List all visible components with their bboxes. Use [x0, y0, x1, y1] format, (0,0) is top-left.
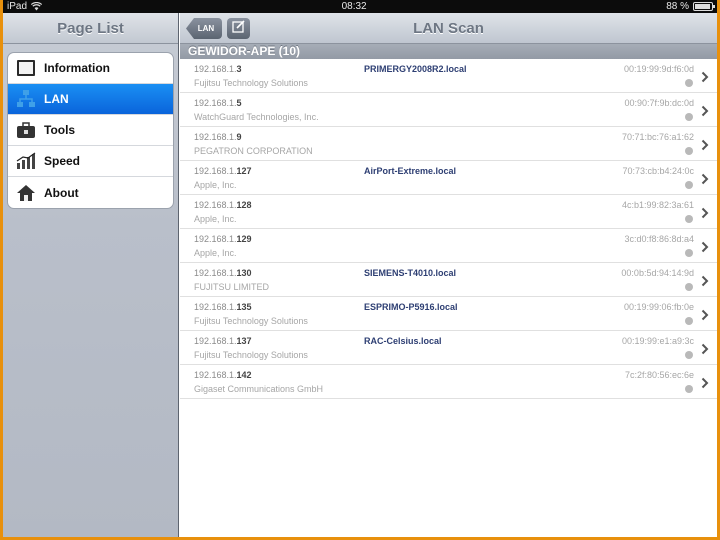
ip-address: 192.168.1.9: [194, 132, 242, 142]
vendor-name: FUJITSU LIMITED: [194, 282, 270, 292]
status-dot-icon: [685, 215, 693, 223]
chevron-right-icon: [701, 342, 709, 355]
mac-address: 00:90:7f:9b:dc:0d: [624, 98, 694, 108]
mac-address: 00:0b:5d:94:14:9d: [621, 268, 694, 278]
ip-address: 192.168.1.137: [194, 336, 252, 346]
chevron-right-icon: [701, 172, 709, 185]
device-row[interactable]: 192.168.1.135 Fujitsu Technology Solution…: [180, 297, 717, 331]
page-list: Information LAN Tools Speed About: [7, 52, 174, 209]
device-list: 192.168.1.3 Fujitsu Technology Solutions P…: [180, 59, 717, 399]
information-icon: [16, 58, 36, 78]
status-dot-icon: [685, 385, 693, 393]
host-name: ESPRIMO-P5916.local: [364, 302, 458, 312]
status-dot-icon: [685, 351, 693, 359]
menu-item-label: About: [44, 185, 79, 200]
chevron-right-icon: [701, 70, 709, 83]
mac-address: 70:71:bc:76:a1:62: [621, 132, 694, 142]
device-row[interactable]: 192.168.1.127 Apple, Inc. AirPort-Extreme.…: [180, 161, 717, 195]
battery-percent: 88 %: [666, 1, 689, 12]
mac-address: 00:19:99:9d:f6:0d: [623, 64, 694, 74]
master-panel: Page List Information LAN Tools Speed Ab…: [3, 13, 179, 537]
mac-address: 00:19:99:e1:a9:3c: [621, 336, 694, 346]
vendor-name: PEGATRON CORPORATION: [194, 146, 313, 156]
mac-address: 3c:d0:f8:86:8d:a4: [624, 234, 694, 244]
status-dot-icon: [685, 113, 693, 121]
menu-item-label: Speed: [44, 154, 81, 168]
chevron-right-icon: [701, 308, 709, 321]
host-name: RAC-Celsius.local: [364, 336, 442, 346]
status-dot-icon: [685, 249, 693, 257]
device-row[interactable]: 192.168.1.9 PEGATRON CORPORATION 70:71:bc:…: [180, 127, 717, 161]
device-row[interactable]: 192.168.1.130 FUJITSU LIMITED SIEMENS-T401…: [180, 263, 717, 297]
chevron-right-icon: [701, 206, 709, 219]
vendor-name: Apple, Inc.: [194, 248, 237, 258]
menu-item-about[interactable]: About: [8, 177, 173, 208]
ip-address: 192.168.1.130: [194, 268, 252, 278]
status-dot-icon: [685, 181, 693, 189]
status-bar: iPad 08:32 88 %: [3, 0, 717, 13]
menu-item-tools[interactable]: Tools: [8, 115, 173, 146]
page-title: LAN Scan: [413, 20, 484, 37]
house-icon: [16, 183, 36, 203]
mac-address: 4c:b1:99:82:3a:61: [621, 200, 694, 210]
ip-address: 192.168.1.5: [194, 98, 242, 108]
host-name: SIEMENS-T4010.local: [364, 268, 457, 278]
chevron-right-icon: [701, 104, 709, 117]
menu-item-speed[interactable]: Speed: [8, 146, 173, 177]
battery-icon: [693, 2, 715, 11]
mac-address: 70:73:cb:b4:24:0c: [622, 166, 694, 176]
vendor-name: Fujitsu Technology Solutions: [194, 350, 308, 360]
vendor-name: Apple, Inc.: [194, 214, 237, 224]
device-row[interactable]: 192.168.1.128 Apple, Inc. 4c:b1:99:82:3a:6…: [180, 195, 717, 229]
ip-address: 192.168.1.142: [194, 370, 252, 380]
vendor-name: Fujitsu Technology Solutions: [194, 316, 308, 326]
navigation-bar: LAN Scan LAN: [180, 13, 717, 44]
device-label: iPad: [7, 1, 28, 12]
clock: 08:32: [341, 1, 367, 12]
status-dot-icon: [685, 283, 693, 291]
chevron-right-icon: [701, 240, 709, 253]
device-row[interactable]: 192.168.1.129 Apple, Inc. 3c:d0:f8:86:8d:a…: [180, 229, 717, 263]
menu-item-label: LAN: [44, 92, 69, 106]
menu-item-label: Information: [44, 61, 110, 75]
network-icon: [16, 89, 36, 109]
ip-address: 192.168.1.3: [194, 64, 242, 74]
edit-button[interactable]: [227, 18, 250, 39]
device-row[interactable]: 192.168.1.3 Fujitsu Technology Solutions P…: [180, 59, 717, 93]
menu-item-lan[interactable]: LAN: [8, 84, 173, 115]
mac-address: 7c:2f:80:56:ec:6e: [624, 370, 694, 380]
compose-icon: [232, 19, 245, 38]
back-button-label: LAN: [197, 24, 215, 33]
toolbox-icon: [16, 120, 36, 140]
vendor-name: Gigaset Communications GmbH: [194, 384, 324, 394]
host-name: PRIMERGY2008R2.local: [364, 64, 467, 74]
detail-panel: LAN Scan LAN GEWIDOR-APE (10) 192.168.1.…: [180, 13, 717, 537]
status-dot-icon: [685, 147, 693, 155]
ip-address: 192.168.1.135: [194, 302, 252, 312]
master-title: Page List: [3, 13, 178, 44]
menu-item-label: Tools: [44, 123, 76, 137]
vendor-name: Fujitsu Technology Solutions: [194, 78, 308, 88]
menu-item-information[interactable]: Information: [8, 53, 173, 84]
vendor-name: Apple, Inc.: [194, 180, 237, 190]
vendor-name: WatchGuard Technologies, Inc.: [194, 112, 319, 122]
ip-address: 192.168.1.128: [194, 200, 252, 210]
device-row[interactable]: 192.168.1.137 Fujitsu Technology Solution…: [180, 331, 717, 365]
status-dot-icon: [685, 317, 693, 325]
chevron-right-icon: [701, 274, 709, 287]
device-row[interactable]: 192.168.1.142 Gigaset Communications GmbH…: [180, 365, 717, 399]
wifi-icon: [31, 2, 43, 11]
host-name: AirPort-Extreme.local: [364, 166, 457, 176]
status-dot-icon: [685, 79, 693, 87]
screen: iPad 08:32 88 % Page List Information LA…: [3, 0, 717, 537]
network-section-header: GEWIDOR-APE (10): [180, 44, 717, 59]
device-row[interactable]: 192.168.1.5 WatchGuard Technologies, Inc.…: [180, 93, 717, 127]
chevron-right-icon: [701, 138, 709, 151]
mac-address: 00:19:99:06:fb:0e: [623, 302, 694, 312]
ip-address: 192.168.1.129: [194, 234, 252, 244]
ip-address: 192.168.1.127: [194, 166, 252, 176]
bar-chart-icon: [16, 151, 36, 171]
chevron-right-icon: [701, 376, 709, 389]
